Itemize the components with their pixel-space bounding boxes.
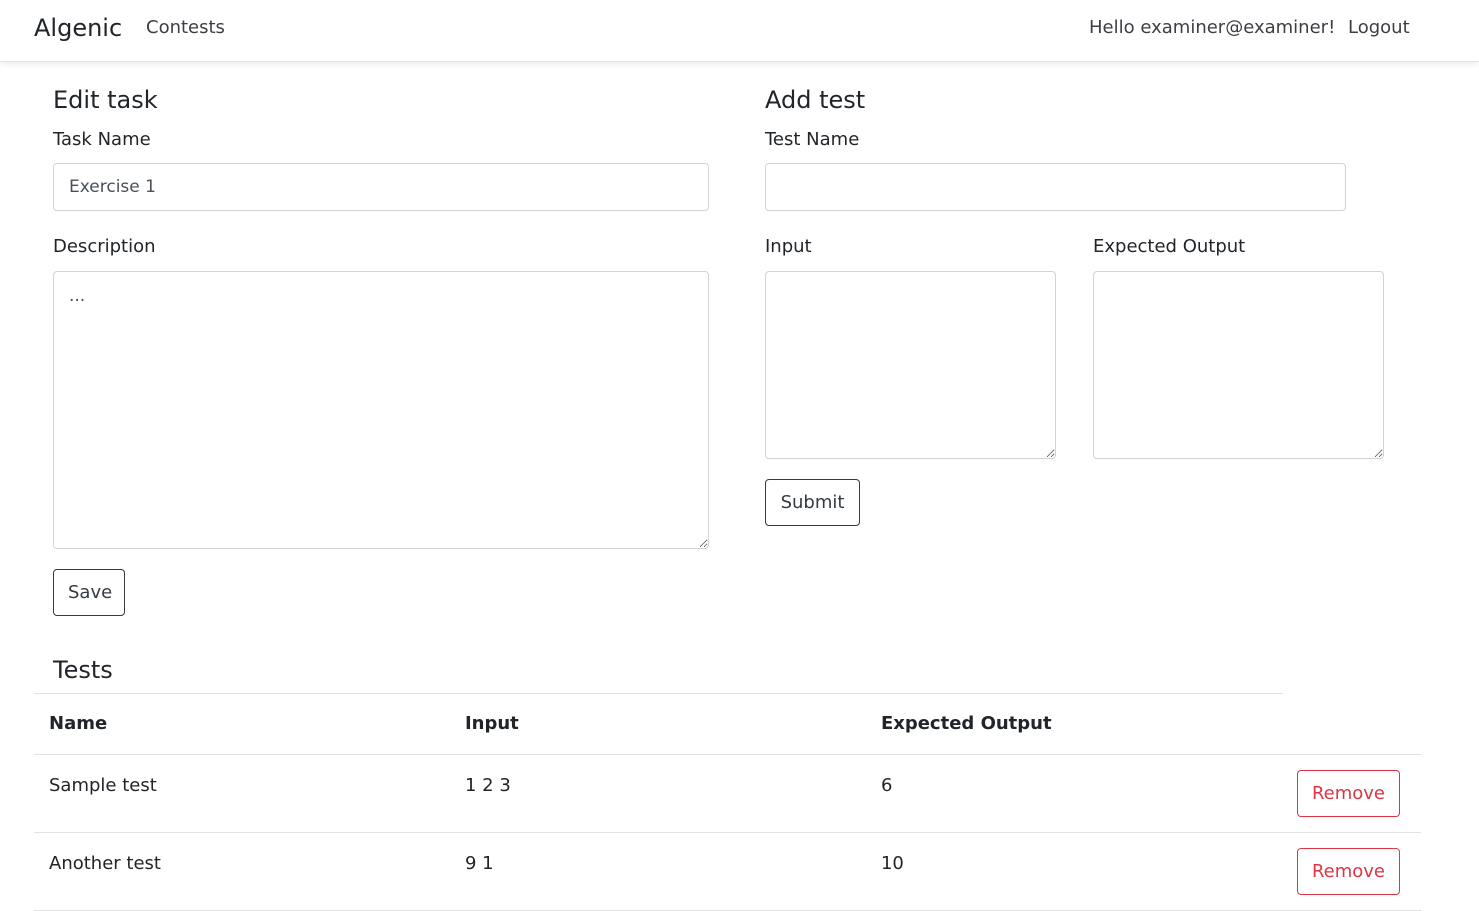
save-button[interactable]: Save [53, 569, 125, 616]
input-label: Input [765, 236, 812, 257]
test-input-cell: 9 1 [449, 832, 866, 911]
remove-test-button[interactable]: Remove [1296, 769, 1400, 817]
test-action-cell: Remove [1281, 832, 1421, 911]
column-header-expected-output: Expected Output [865, 694, 1282, 755]
description-label: Description [53, 236, 156, 257]
column-header-actions [1281, 694, 1421, 755]
test-action-cell: Remove [1281, 754, 1421, 833]
test-name-cell: Sample test [34, 754, 450, 833]
expected-output-textarea[interactable] [1093, 271, 1384, 459]
column-header-input: Input [449, 694, 866, 755]
table-row: Another test 9 1 10 Remove [34, 832, 1421, 911]
nav-contests-link[interactable]: Contests [146, 16, 225, 40]
add-test-heading: Add test [765, 86, 866, 114]
test-input-textarea[interactable] [765, 271, 1056, 459]
table-row: Sample test 1 2 3 6 Remove [34, 754, 1421, 833]
test-name-cell: Another test [34, 832, 450, 911]
remove-test-button[interactable]: Remove [1296, 847, 1400, 895]
test-name-label: Test Name [765, 129, 860, 150]
test-input-cell: 1 2 3 [449, 754, 866, 833]
column-header-name: Name [34, 694, 450, 755]
table-header-row: Name Input Expected Output [34, 694, 1421, 755]
top-navbar: Algenic Contests Hello examiner@examiner… [0, 0, 1479, 62]
edit-task-heading: Edit task [53, 86, 158, 114]
task-name-label: Task Name [53, 129, 151, 150]
submit-test-button[interactable]: Submit [765, 479, 860, 526]
tests-table: Name Input Expected Output Sample test 1… [34, 694, 1421, 911]
logout-link[interactable]: Logout [1348, 16, 1410, 40]
test-expected-output-cell: 10 [865, 832, 1282, 911]
user-greeting: Hello examiner@examiner! [1089, 17, 1336, 38]
test-name-input[interactable] [765, 163, 1346, 211]
expected-output-label: Expected Output [1093, 236, 1246, 257]
task-name-input[interactable] [53, 163, 709, 211]
test-expected-output-cell: 6 [865, 754, 1282, 833]
brand-link[interactable]: Algenic [34, 12, 122, 44]
description-textarea[interactable]: ... [53, 271, 709, 549]
tests-heading: Tests [53, 656, 113, 684]
